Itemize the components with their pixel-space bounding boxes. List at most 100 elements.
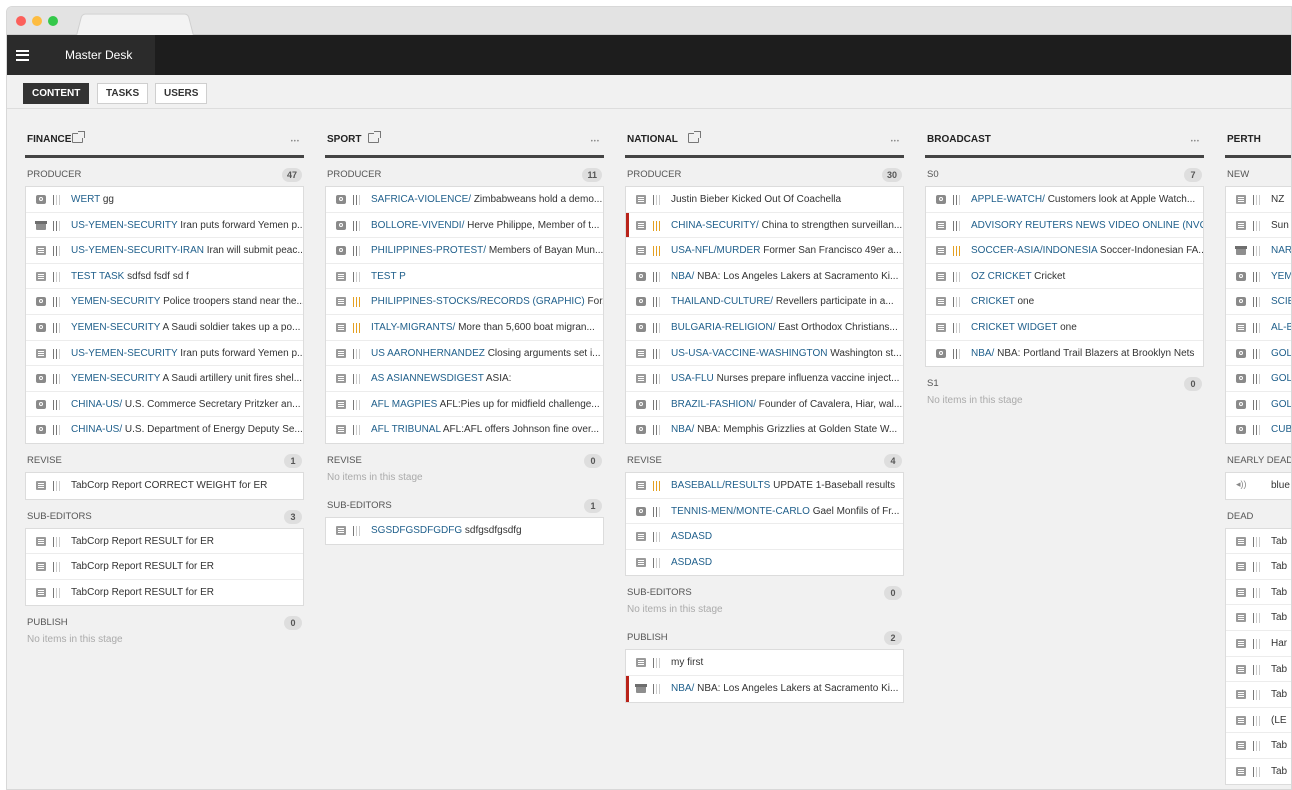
list-item[interactable]: BOLLORE-VIVENDI/ Herve Philippe, Member … — [326, 213, 603, 239]
list-item[interactable]: Tab — [1226, 759, 1291, 785]
list-item[interactable]: Justin Bieber Kicked Out Of Coachella — [626, 187, 903, 213]
list-item[interactable]: BASEBALL/RESULTS UPDATE 1-Baseball resul… — [626, 473, 903, 499]
tab-tasks[interactable]: TASKS — [97, 83, 149, 104]
minimize-window-button[interactable] — [32, 16, 42, 26]
list-item[interactable]: AFL TRIBUNAL AFL:AFL offers Johnson fine… — [326, 417, 603, 443]
text-item-icon — [36, 246, 46, 256]
more-options-icon[interactable]: ••• — [891, 139, 900, 145]
list-item[interactable]: CHINA-US/ U.S. Department of Energy Depu… — [26, 417, 303, 443]
close-window-button[interactable] — [16, 16, 26, 26]
more-options-icon[interactable]: ••• — [291, 139, 300, 145]
item-text: TabCorp Report RESULT for ER — [71, 536, 214, 547]
list-item[interactable]: ◂)) blue — [1226, 473, 1291, 499]
browser-tab[interactable] — [75, 13, 195, 36]
list-item[interactable]: NAR — [1226, 238, 1291, 264]
open-external-icon[interactable] — [368, 131, 381, 143]
list-item[interactable]: Har — [1226, 631, 1291, 657]
column-title[interactable]: PERTH — [1227, 134, 1261, 145]
list-item[interactable]: THAILAND-CULTURE/ Revellers participate … — [626, 289, 903, 315]
list-item[interactable]: AL-B — [1226, 315, 1291, 341]
list-item[interactable]: (LE — [1226, 708, 1291, 734]
list-item[interactable]: AFL MAGPIES AFL:Pies up for midfield cha… — [326, 392, 603, 418]
text-item-icon — [636, 532, 646, 542]
item-slugline: AS ASIANNEWSDIGEST — [371, 373, 484, 385]
list-item[interactable]: US AARONHERNANDEZ Closing arguments set … — [326, 341, 603, 367]
list-item[interactable]: CHINA-US/ U.S. Commerce Secretary Pritzk… — [26, 392, 303, 418]
list-item[interactable]: CRICKET one — [926, 289, 1203, 315]
list-item[interactable]: TEST P — [326, 264, 603, 290]
list-item[interactable]: NBA/ NBA: Portland Trail Blazers at Broo… — [926, 341, 1203, 367]
list-item[interactable]: AS ASIANNEWSDIGEST ASIA: — [326, 366, 603, 392]
maximize-window-button[interactable] — [48, 16, 58, 26]
column-title[interactable]: BROADCAST — [927, 134, 991, 145]
list-item[interactable]: CUB — [1226, 417, 1291, 443]
list-item[interactable]: OZ CRICKET Cricket — [926, 264, 1203, 290]
list-item[interactable]: TabCorp Report CORRECT WEIGHT for ER — [26, 473, 303, 499]
list-item[interactable]: my first — [626, 650, 903, 676]
list-item[interactable]: Tab — [1226, 554, 1291, 580]
list-item[interactable]: USA-FLU Nurses prepare influenza vaccine… — [626, 366, 903, 392]
list-item[interactable]: WERT gg — [26, 187, 303, 213]
more-options-icon[interactable]: ••• — [591, 139, 600, 145]
list-item[interactable]: YEM — [1226, 264, 1291, 290]
open-external-icon[interactable] — [688, 131, 701, 143]
item-text: CHINA-SECURITY/ China to strengthen surv… — [671, 220, 902, 231]
list-item[interactable]: YEMEN-SECURITY Police troopers stand nea… — [26, 289, 303, 315]
list-item[interactable]: Tab — [1226, 682, 1291, 708]
more-options-icon[interactable]: ••• — [1191, 139, 1200, 145]
column-title[interactable]: NATIONAL — [627, 134, 678, 145]
desk-selector[interactable]: Master Desk — [37, 35, 155, 75]
list-item[interactable]: US-YEMEN-SECURITY Iran puts forward Yeme… — [26, 341, 303, 367]
list-item[interactable]: GOL — [1226, 392, 1291, 418]
list-item[interactable]: ASDASD — [626, 550, 903, 576]
item-slugline: US-YEMEN-SECURITY-IRAN — [71, 245, 204, 257]
list-item[interactable]: SGSDFGSDFGDFG sdfgsdfgsdfg — [326, 518, 603, 544]
list-item[interactable]: BULGARIA-RELIGION/ East Orthodox Christi… — [626, 315, 903, 341]
list-item[interactable]: USA-NFL/MURDER Former San Francisco 49er… — [626, 238, 903, 264]
tab-content[interactable]: CONTENT — [23, 83, 90, 104]
list-item[interactable]: SCIE — [1226, 289, 1291, 315]
list-item[interactable]: YEMEN-SECURITY A Saudi artillery unit fi… — [26, 366, 303, 392]
list-item[interactable]: SAFRICA-VIOLENCE/ Zimbabweans hold a dem… — [326, 187, 603, 213]
stage-publish: PUBLISH 2 my first NBA/ NBA: Los Angeles La… — [625, 629, 904, 703]
open-external-icon[interactable] — [72, 131, 85, 143]
stage-name: PUBLISH — [27, 617, 68, 629]
list-item[interactable]: NBA/ NBA: Los Angeles Lakers at Sacramen… — [626, 676, 903, 702]
list-item[interactable]: Tab — [1226, 529, 1291, 555]
list-item[interactable]: YEMEN-SECURITY A Saudi soldier takes up … — [26, 315, 303, 341]
list-item[interactable]: Tab — [1226, 605, 1291, 631]
column-title[interactable]: FINANCE — [27, 134, 71, 145]
list-item[interactable]: ADVISORY REUTERS NEWS VIDEO ONLINE (NVO.… — [926, 213, 1203, 239]
list-item[interactable]: SOCCER-ASIA/INDONESIA Soccer-Indonesian … — [926, 238, 1203, 264]
list-item[interactable]: Sun — [1226, 213, 1291, 239]
list-item[interactable]: NBA/ NBA: Memphis Grizzlies at Golden St… — [626, 417, 903, 443]
list-item[interactable]: TabCorp Report RESULT for ER — [26, 554, 303, 580]
hamburger-menu-button[interactable] — [7, 35, 37, 75]
list-item[interactable]: NZ — [1226, 187, 1291, 213]
list-item[interactable]: TEST TASK sdfsd fsdf sd f — [26, 264, 303, 290]
list-item[interactable]: US-YEMEN-SECURITY Iran puts forward Yeme… — [26, 213, 303, 239]
list-item[interactable]: APPLE-WATCH/ Customers look at Apple Wat… — [926, 187, 1203, 213]
list-item[interactable]: TabCorp Report RESULT for ER — [26, 580, 303, 606]
tab-users[interactable]: USERS — [155, 83, 208, 104]
list-item[interactable]: US-USA-VACCINE-WASHINGTON Washington st.… — [626, 341, 903, 367]
list-item[interactable]: Tab — [1226, 657, 1291, 683]
list-item[interactable]: Tab — [1226, 580, 1291, 606]
list-item[interactable]: PHILIPPINES-PROTEST/ Members of Bayan Mu… — [326, 238, 603, 264]
list-item[interactable]: CRICKET WIDGET one — [926, 315, 1203, 341]
stage-count-badge: 0 — [584, 453, 602, 468]
stage-revise: REVISE 0 No items in this stage — [325, 452, 604, 489]
list-item[interactable]: NBA/ NBA: Los Angeles Lakers at Sacramen… — [626, 264, 903, 290]
list-item[interactable]: US-YEMEN-SECURITY-IRAN Iran will submit … — [26, 238, 303, 264]
list-item[interactable]: PHILIPPINES-STOCKS/RECORDS (GRAPHIC) For… — [326, 289, 603, 315]
list-item[interactable]: ASDASD — [626, 524, 903, 550]
list-item[interactable]: CHINA-SECURITY/ China to strengthen surv… — [626, 213, 903, 239]
list-item[interactable]: TENNIS-MEN/MONTE-CARLO Gael Monfils of F… — [626, 499, 903, 525]
column-title[interactable]: SPORT — [327, 134, 361, 145]
list-item[interactable]: GOL — [1226, 366, 1291, 392]
list-item[interactable]: Tab — [1226, 733, 1291, 759]
list-item[interactable]: GOL — [1226, 341, 1291, 367]
list-item[interactable]: TabCorp Report RESULT for ER — [26, 529, 303, 555]
list-item[interactable]: ITALY-MIGRANTS/ More than 5,600 boat mig… — [326, 315, 603, 341]
list-item[interactable]: BRAZIL-FASHION/ Founder of Cavalera, Hia… — [626, 392, 903, 418]
